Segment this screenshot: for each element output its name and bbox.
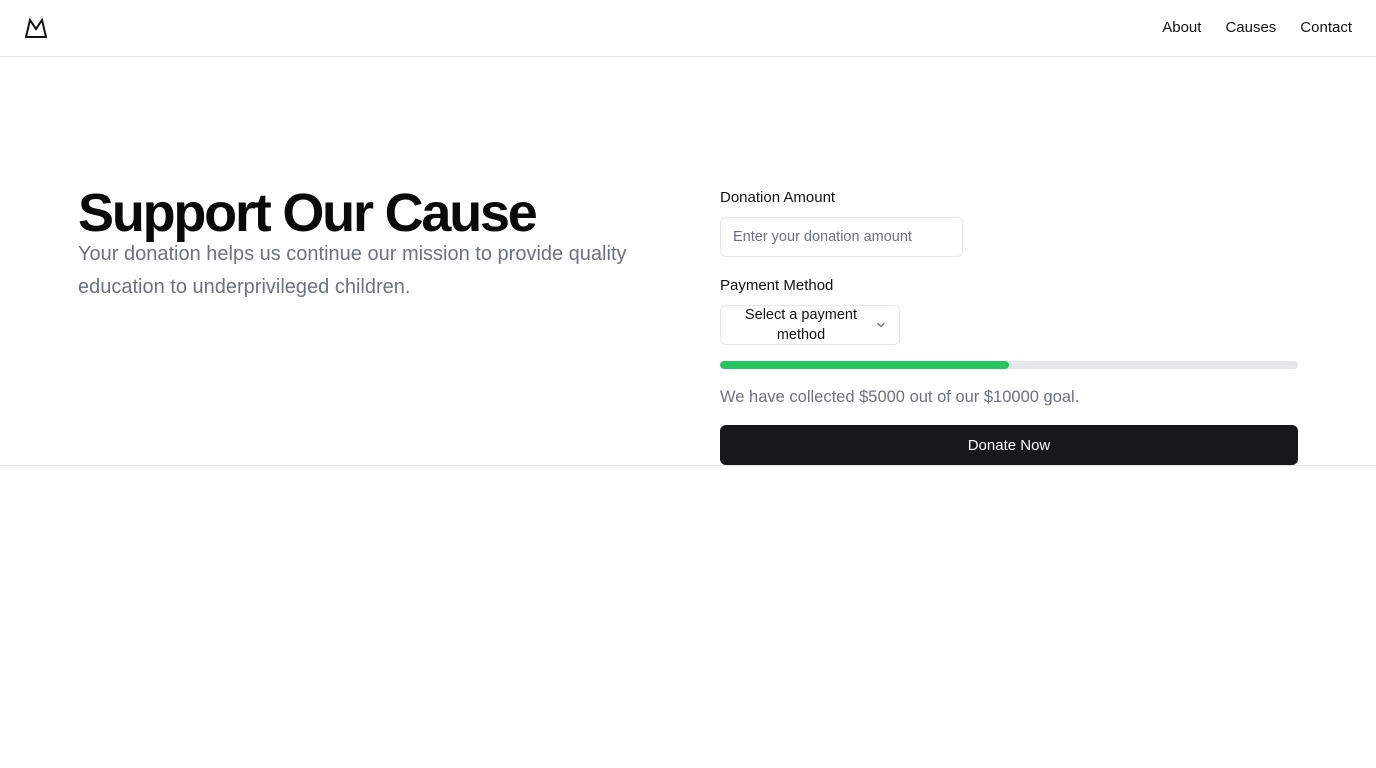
site-header: About Causes Contact [0, 0, 1376, 57]
hero-description: Your donation helps us continue our miss… [78, 243, 627, 298]
payment-method-value: Select a payment method [744, 307, 858, 343]
nav-link-causes[interactable]: Causes [1225, 18, 1276, 38]
nav-link-contact[interactable]: Contact [1300, 18, 1352, 38]
page-title: Support Our Cause [78, 183, 538, 243]
donation-amount-input[interactable] [720, 217, 963, 257]
collected-status-text: We have collected $5000 out of our $1000… [720, 388, 1080, 406]
donation-progress-bar [720, 361, 1298, 369]
payment-method-select[interactable]: Select a payment method [720, 305, 900, 345]
donation-amount-label: Donation Amount [720, 189, 836, 206]
donate-now-button[interactable]: Donate Now [720, 425, 1298, 465]
donation-progress-fill [720, 361, 1009, 369]
chevron-down-icon [877, 322, 885, 328]
mountain-icon[interactable] [24, 16, 48, 40]
payment-method-label: Payment Method [720, 277, 834, 294]
main-nav: About Causes Contact [1162, 18, 1352, 38]
section-divider [0, 465, 1376, 466]
nav-link-about[interactable]: About [1162, 18, 1201, 38]
